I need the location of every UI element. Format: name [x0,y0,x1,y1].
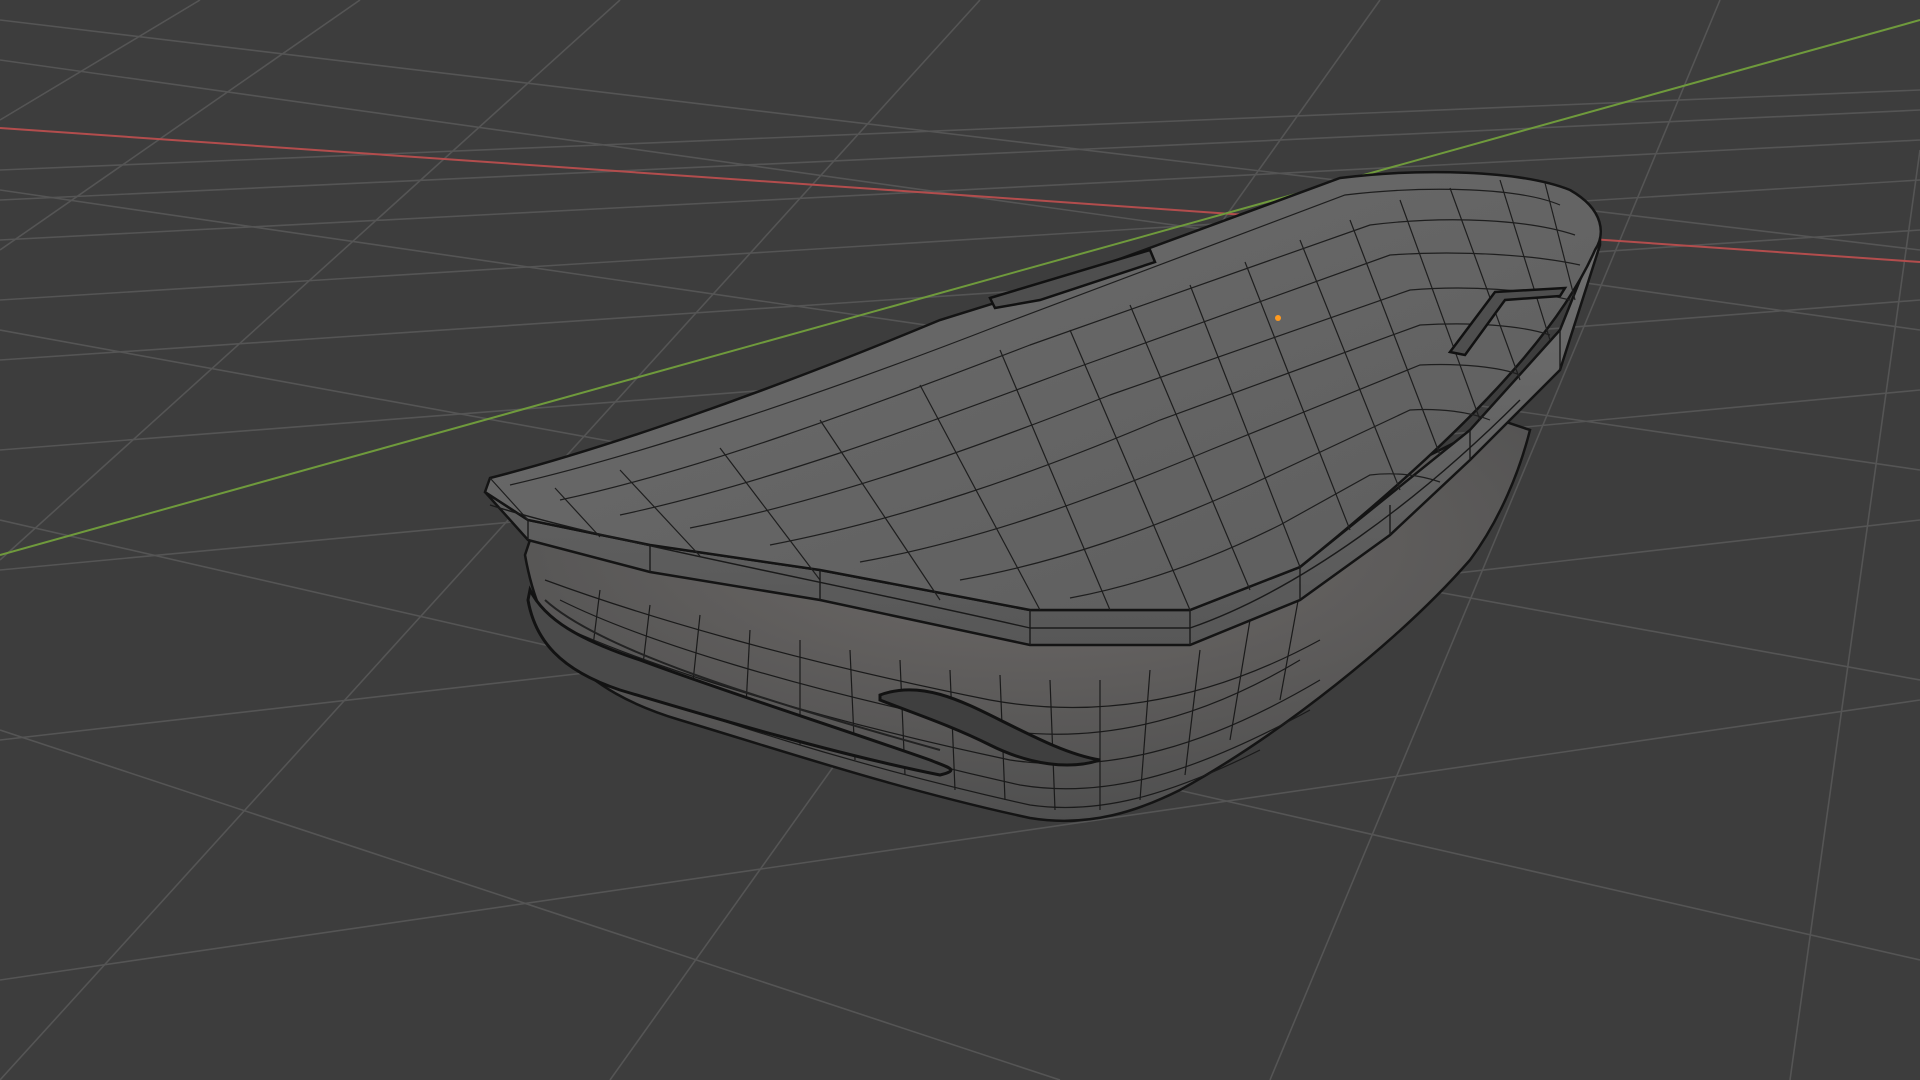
viewport-canvas[interactable] [0,0,1920,1080]
3d-viewport[interactable] [0,0,1920,1080]
object-origin-marker[interactable] [1275,315,1281,321]
x-axis-line [0,127,1920,263]
hoverboard-mesh[interactable] [483,170,1602,823]
